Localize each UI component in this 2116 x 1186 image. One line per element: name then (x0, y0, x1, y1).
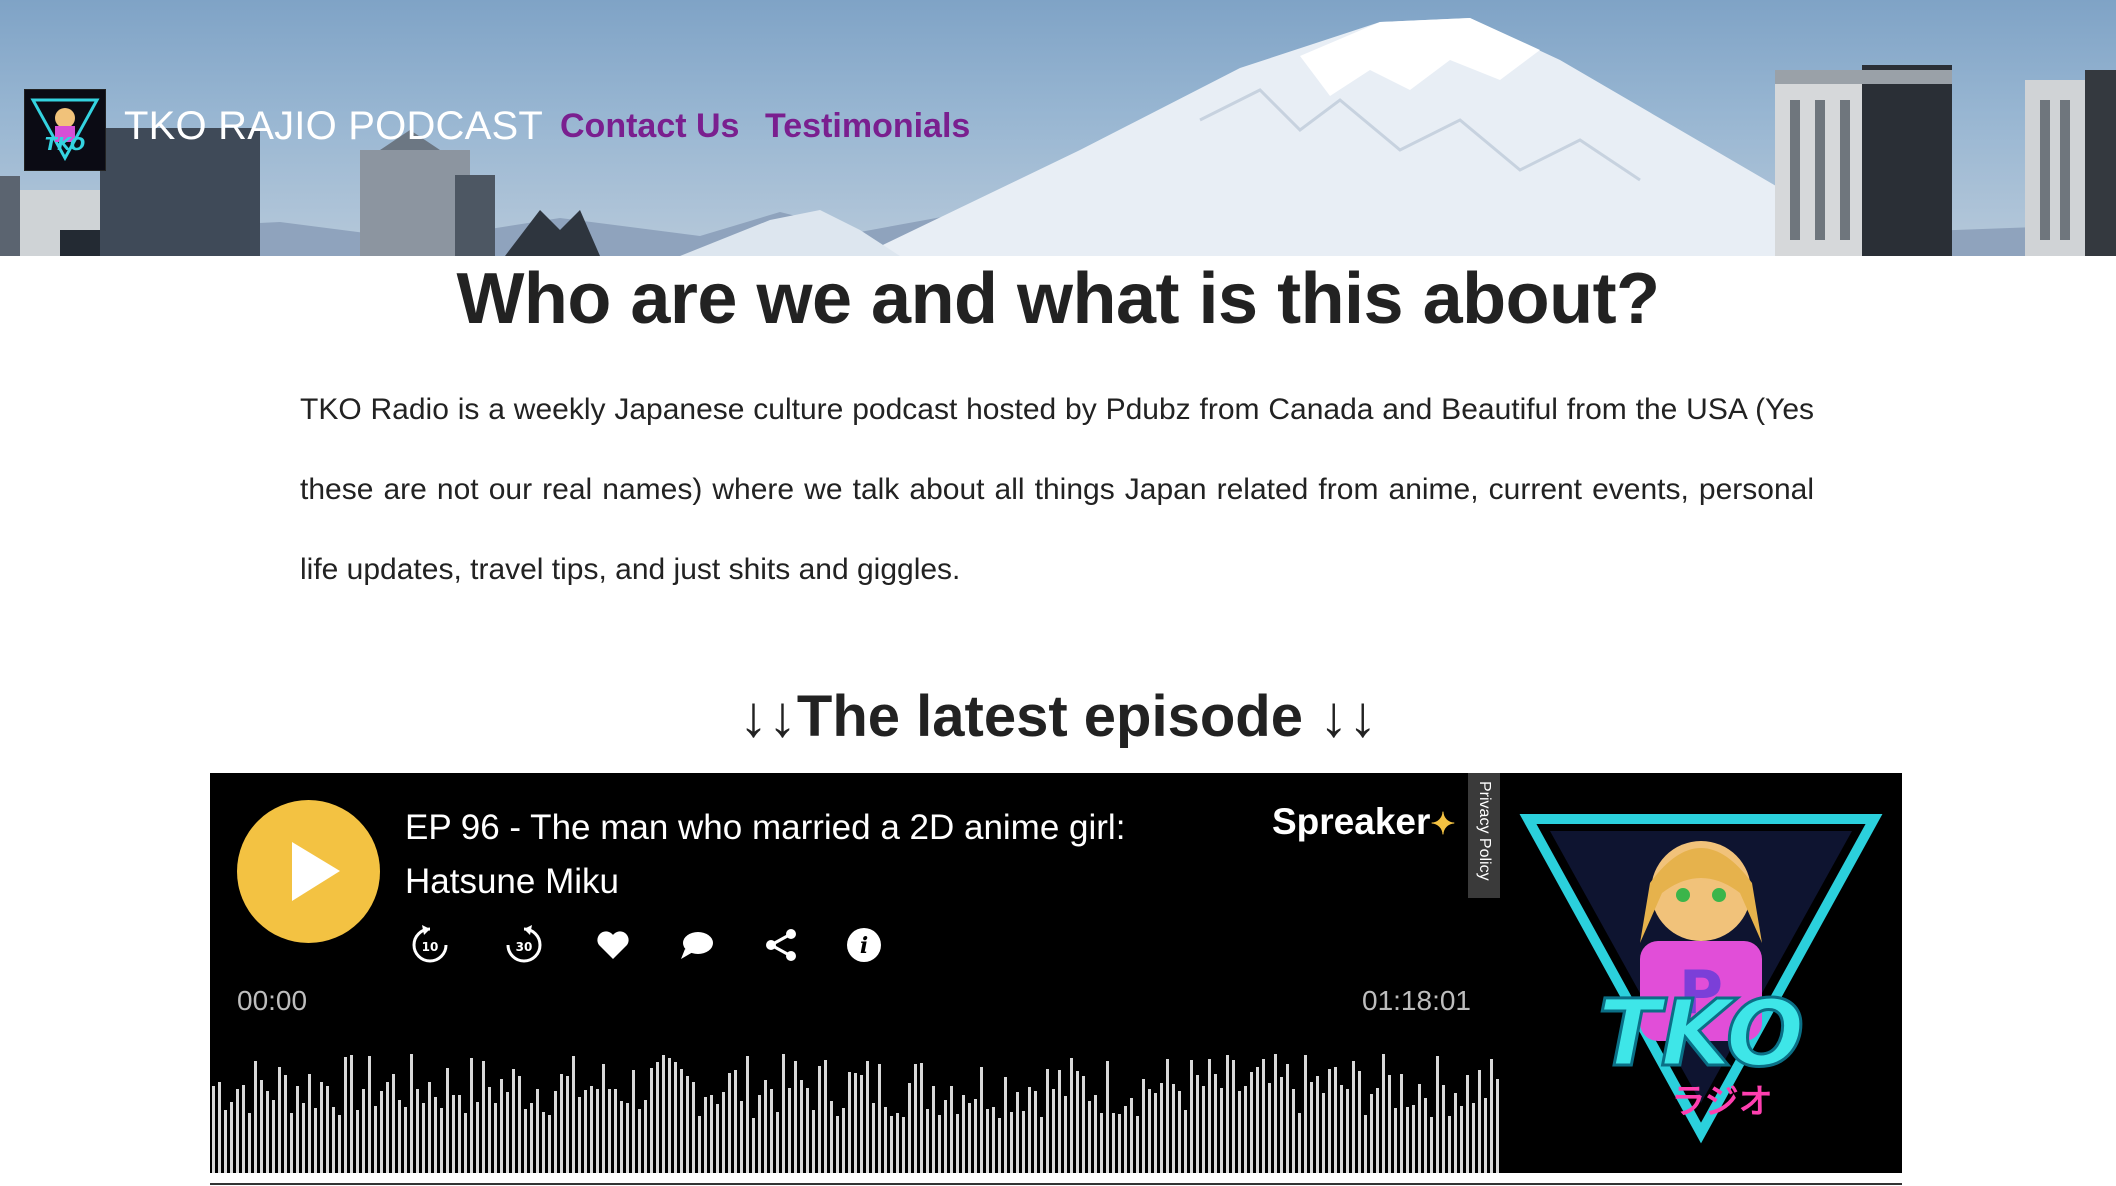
comment-icon (681, 932, 713, 959)
spreaker-brand: Spreaker (1272, 801, 1431, 842)
rewind-10-button[interactable]: 10 (408, 923, 452, 967)
share-icon (766, 929, 796, 961)
info-icon: i (847, 928, 881, 962)
privacy-policy-label: Privacy Policy (1476, 781, 1493, 881)
site-logo[interactable]: TKO (24, 89, 106, 171)
like-button[interactable] (591, 923, 635, 967)
episode-cover-art: P TKO ラジオ (1500, 773, 1902, 1173)
waveform-scrubber[interactable] (210, 1043, 1500, 1173)
tko-cover-image: P TKO ラジオ (1519, 814, 1883, 1144)
duration: 01:18:01 (1362, 985, 1471, 1016)
play-icon (292, 842, 340, 901)
cover-subtext: ラジオ (1671, 1082, 1772, 1122)
podcast-player: EP 96 - The man who married a 2D anime g… (210, 773, 1902, 1173)
play-button[interactable] (237, 800, 380, 943)
intro-paragraph: TKO Radio is a weekly Japanese culture p… (300, 393, 1814, 586)
svg-text:10: 10 (422, 940, 439, 954)
forward-30-button[interactable]: 30 (502, 923, 546, 967)
latest-episode-heading: ↓↓The latest episode ↓↓ (738, 684, 1378, 749)
nav-contact-us[interactable]: Contact Us (560, 107, 739, 146)
share-button[interactable] (759, 923, 803, 967)
current-time: 00:00 (237, 985, 308, 1016)
site-title[interactable]: TKO RAJIO PODCAST (124, 104, 543, 149)
heart-icon (597, 931, 629, 959)
logo-text: TKO (45, 134, 85, 155)
episode-title[interactable]: EP 96 - The man who married a 2D anime g… (405, 801, 1185, 909)
tko-logo-icon: TKO (30, 98, 100, 162)
nav-testimonials[interactable]: Testimonials (765, 107, 970, 146)
forward-30-icon: 30 (506, 925, 542, 963)
cover-tko-text: TKO (1598, 980, 1804, 1087)
comment-button[interactable] (675, 923, 719, 967)
privacy-policy-link[interactable]: Privacy Policy (1468, 773, 1500, 898)
spreaker-logo[interactable]: Spreaker✦ (1272, 801, 1456, 843)
svg-text:i: i (860, 933, 868, 959)
header-banner: TKO TKO RAJIO PODCAST Contact Us Testimo… (0, 0, 2116, 256)
info-button[interactable]: i (842, 923, 886, 967)
spreaker-star-icon: ✦ (1430, 808, 1456, 841)
page-title: Who are we and what is this about? (456, 259, 1660, 339)
svg-text:30: 30 (516, 940, 533, 954)
rewind-10-icon: 10 (412, 925, 448, 963)
content-divider (210, 1183, 1902, 1185)
